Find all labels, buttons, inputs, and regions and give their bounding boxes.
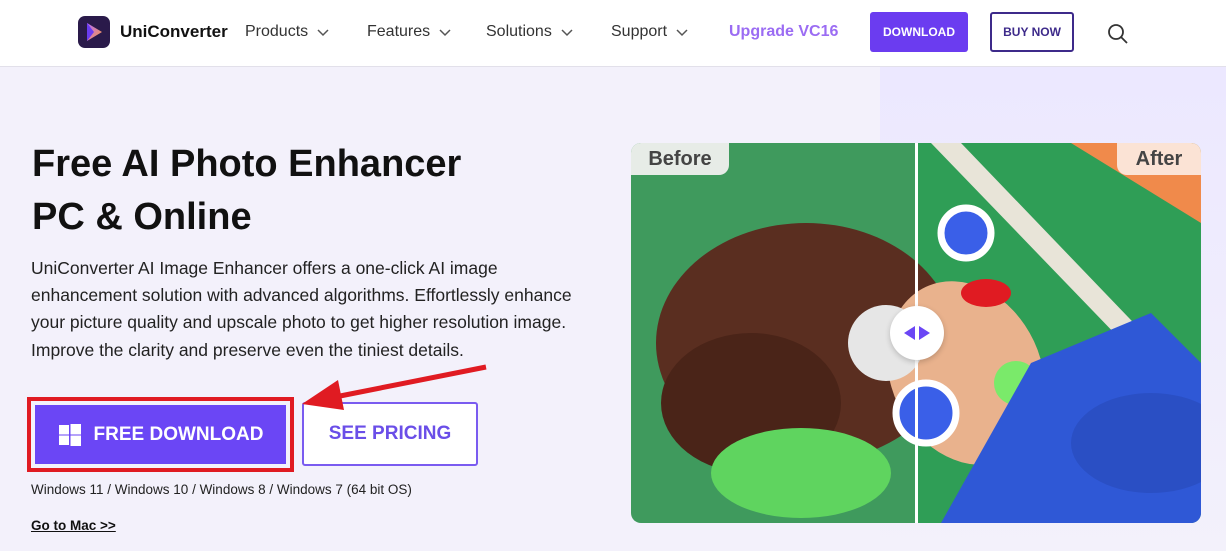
hero-description: UniConverter AI Image Enhancer offers a … bbox=[31, 258, 572, 360]
brand-name[interactable]: UniConverter bbox=[120, 22, 228, 42]
nav-products-label: Products bbox=[245, 23, 309, 40]
see-pricing-button[interactable]: SEE PRICING bbox=[302, 402, 478, 466]
chevron-down-icon bbox=[676, 29, 688, 37]
os-compatibility-note: Windows 11 / Windows 10 / Windows 8 / Wi… bbox=[31, 482, 412, 497]
free-download-button-highlight: FREE DOWNLOAD bbox=[27, 397, 294, 472]
compare-slider-handle[interactable] bbox=[890, 306, 944, 360]
before-label: Before bbox=[631, 143, 729, 175]
search-icon[interactable] bbox=[1106, 22, 1130, 46]
windows-icon bbox=[58, 423, 81, 446]
title-line-1: Free AI Photo Enhancer bbox=[32, 143, 462, 185]
nav-features-label: Features bbox=[367, 23, 431, 40]
page-title: Free AI Photo Enhancer PC & Online bbox=[32, 138, 592, 244]
download-button[interactable]: DOWNLOAD bbox=[870, 12, 968, 52]
nav-support-label: Support bbox=[611, 23, 668, 40]
go-to-mac-link[interactable]: Go to Mac >> bbox=[31, 518, 116, 533]
free-download-button[interactable]: FREE DOWNLOAD bbox=[35, 405, 286, 464]
upgrade-link[interactable]: Upgrade VC16 bbox=[729, 23, 838, 41]
buy-now-button[interactable]: BUY NOW bbox=[990, 12, 1074, 52]
chevron-down-icon bbox=[561, 29, 573, 37]
left-right-arrows-icon bbox=[904, 326, 930, 340]
before-after-image[interactable]: Before After bbox=[631, 143, 1201, 523]
nav-support[interactable]: Support bbox=[611, 23, 689, 41]
nav-solutions[interactable]: Solutions bbox=[486, 23, 574, 41]
title-line-2: PC & Online bbox=[32, 196, 252, 238]
uniconverter-logo[interactable] bbox=[78, 16, 110, 48]
top-nav: UniConverter Products Features Solutions… bbox=[0, 0, 1226, 67]
after-label: After bbox=[1117, 143, 1201, 175]
chevron-down-icon bbox=[439, 29, 451, 37]
nav-solutions-label: Solutions bbox=[486, 23, 552, 40]
nav-products[interactable]: Products bbox=[245, 23, 330, 41]
chevron-down-icon bbox=[317, 29, 329, 37]
free-download-label: FREE DOWNLOAD bbox=[93, 423, 264, 445]
nav-features[interactable]: Features bbox=[367, 23, 452, 41]
